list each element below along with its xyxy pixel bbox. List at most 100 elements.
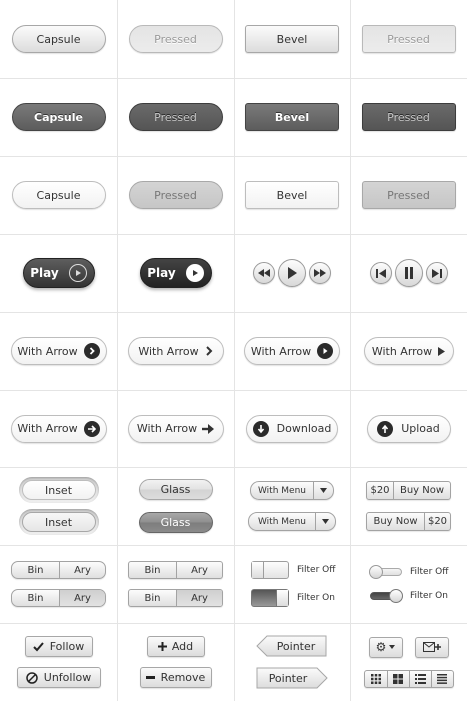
glass-pressed-button[interactable]: Glass <box>138 512 213 533</box>
add-label: Add <box>171 640 194 653</box>
bevel-dark-pressed-button[interactable]: Pressed <box>361 103 456 131</box>
bevel-light-button[interactable]: Bevel <box>245 181 339 209</box>
buy-now-label[interactable]: Buy Now <box>393 482 450 499</box>
fast-forward-icon <box>314 269 326 277</box>
menu-arrow-icon[interactable] <box>315 513 335 530</box>
fast-forward-button[interactable] <box>309 262 331 284</box>
mail-icon <box>422 642 441 652</box>
gear-menu-button[interactable]: ⚙ <box>368 636 403 658</box>
bevel-button[interactable]: Bevel <box>245 25 339 53</box>
capsule-dark-pressed-button[interactable]: Pressed <box>128 103 223 131</box>
play-icon <box>438 346 446 356</box>
play-round-button[interactable] <box>278 259 306 287</box>
menu-arrow-icon <box>389 645 396 649</box>
upload-icon <box>377 420 394 437</box>
inset-pressed-button[interactable]: Inset <box>21 512 96 532</box>
segment-ary[interactable]: Ary <box>176 562 222 578</box>
compose-mail-button[interactable] <box>414 636 449 658</box>
menu-arrow-icon[interactable] <box>313 482 333 499</box>
follow-button[interactable]: Follow <box>24 636 93 657</box>
glass-button[interactable]: Glass <box>138 479 213 500</box>
grid-view-icon[interactable] <box>365 671 387 687</box>
play-button[interactable]: Play <box>22 258 95 288</box>
slider-switch[interactable] <box>370 589 403 603</box>
with-arrow-button[interactable]: With Arrow <box>10 414 107 443</box>
check-icon <box>33 641 44 651</box>
toggle-switch[interactable] <box>251 589 289 607</box>
segmented-control[interactable]: Bin Ary <box>128 589 223 607</box>
filter-on-slider[interactable]: Filter On <box>370 589 448 603</box>
segmented-control[interactable]: Bin Ary <box>11 561 106 579</box>
pointer-left-button[interactable]: Pointer <box>256 635 328 657</box>
with-arrow-button[interactable]: With Arrow <box>10 337 107 365</box>
segment-bin[interactable]: Bin <box>12 590 59 606</box>
large-grid-view-icon[interactable] <box>386 670 409 687</box>
inset-button[interactable]: Inset <box>21 480 96 500</box>
buy-now-label[interactable]: Buy Now <box>367 513 424 530</box>
add-button[interactable]: Add <box>146 636 205 657</box>
segment-ary[interactable]: Ary <box>176 590 222 606</box>
with-arrow-button[interactable]: With Arrow <box>127 337 224 365</box>
buy-now-button[interactable]: Buy Now $20 <box>366 512 451 531</box>
minus-icon <box>145 676 155 679</box>
filter-off-label: Filter Off <box>410 567 449 577</box>
unfollow-label: Unfollow <box>43 671 92 684</box>
pause-button[interactable] <box>394 259 423 287</box>
segmented-control[interactable]: Bin Ary <box>128 561 223 579</box>
filter-off-toggle[interactable]: Filter Off <box>251 561 335 579</box>
segment-bin[interactable]: Bin <box>129 590 176 606</box>
inset-frame: Inset <box>18 509 99 535</box>
with-arrow-label: With Arrow <box>136 422 198 435</box>
with-arrow-button[interactable]: With Arrow <box>244 337 340 365</box>
arrow-right-icon <box>202 423 215 434</box>
segment-ary[interactable]: Ary <box>59 590 105 606</box>
with-menu-button[interactable]: With Menu <box>250 481 334 500</box>
filter-off-slider[interactable]: Filter Off <box>369 565 449 579</box>
download-label: Download <box>276 422 332 435</box>
with-arrow-label: With Arrow <box>17 422 78 435</box>
with-arrow-button[interactable]: With Arrow <box>127 414 224 443</box>
segment-bin[interactable]: Bin <box>129 562 176 578</box>
lines-view-icon[interactable] <box>430 670 453 687</box>
capsule-dark-button[interactable]: Capsule <box>11 103 106 131</box>
play-label: Play <box>30 266 59 280</box>
segment-ary[interactable]: Ary <box>59 562 105 578</box>
with-arrow-label: With Arrow <box>17 344 78 358</box>
with-arrow-label: With Arrow <box>371 344 433 358</box>
capsule-light-pressed-button[interactable]: Pressed <box>128 181 223 209</box>
segmented-control[interactable]: Bin Ary <box>11 589 106 607</box>
play-icon <box>317 343 334 359</box>
download-button[interactable]: Download <box>246 414 338 443</box>
bevel-pressed-button[interactable]: Pressed <box>361 25 456 53</box>
remove-button[interactable]: Remove <box>139 667 212 688</box>
skip-back-button[interactable] <box>369 262 392 284</box>
filter-on-toggle[interactable]: Filter On <box>251 589 335 607</box>
segment-bin[interactable]: Bin <box>12 562 59 578</box>
capsule-button[interactable]: Capsule <box>11 25 106 53</box>
filter-on-label: Filter On <box>297 593 335 603</box>
capsule-pressed-button[interactable]: Pressed <box>128 25 223 53</box>
buy-now-button[interactable]: $20 Buy Now <box>366 481 451 500</box>
with-arrow-button[interactable]: With Arrow <box>363 337 454 365</box>
with-arrow-label: With Arrow <box>138 344 199 358</box>
capsule-light-button[interactable]: Capsule <box>11 181 106 209</box>
skip-forward-button[interactable] <box>425 262 448 284</box>
bevel-dark-button[interactable]: Bevel <box>245 103 339 131</box>
follow-label: Follow <box>49 640 85 653</box>
filter-on-label: Filter On <box>410 591 448 601</box>
slider-switch[interactable] <box>369 565 402 579</box>
pointer-label: Pointer <box>277 640 316 653</box>
view-segmented-control[interactable] <box>363 669 454 688</box>
rewind-button[interactable] <box>253 262 275 284</box>
with-menu-button[interactable]: With Menu <box>248 512 336 531</box>
unfollow-button[interactable]: Unfollow <box>16 667 101 688</box>
chevron-right-icon <box>83 343 100 359</box>
list-view-icon[interactable] <box>408 670 431 687</box>
play-icon <box>68 264 87 282</box>
bevel-light-pressed-button[interactable]: Pressed <box>361 181 456 209</box>
upload-button[interactable]: Upload <box>366 414 451 443</box>
icon-button-group: ⚙ <box>368 636 449 658</box>
toggle-switch[interactable] <box>251 561 289 579</box>
play-pressed-button[interactable]: Play <box>139 258 212 288</box>
pointer-right-button[interactable]: Pointer <box>256 667 328 689</box>
